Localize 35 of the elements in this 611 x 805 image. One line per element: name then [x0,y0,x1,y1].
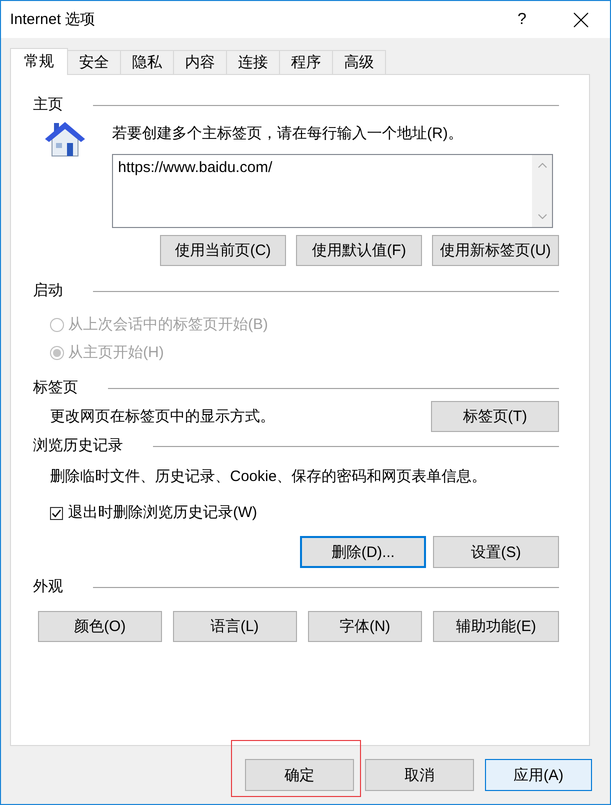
history-button[interactable]: 设置(S) [433,536,559,568]
home-page-button[interactable]: 使用新标签页(U) [432,235,559,266]
close-button[interactable] [573,12,589,28]
appearance-button[interactable]: 辅助功能(E) [433,611,560,642]
tab[interactable]: 常规 [10,48,68,75]
section-heading: 标签页 [33,378,78,398]
scrollbar[interactable] [532,155,552,227]
dialog-button[interactable]: 确定 [245,759,354,791]
tab[interactable]: 高级 [332,50,386,74]
appearance-button[interactable]: 颜色(O) [38,611,162,642]
house-icon [45,121,85,158]
checkmark-icon [51,508,62,518]
dialog-button[interactable]: 应用(A) [485,759,592,791]
address-field[interactable]: https://www.baidu.com/ [112,154,553,228]
dialog-button[interactable]: 取消 [365,759,474,791]
home-page-button[interactable]: 使用当前页(C) [160,235,286,266]
chevron-up-icon[interactable] [538,163,546,168]
instruction-text: 若要创建多个主标签页，请在每行输入一个地址(R)。 [112,124,463,144]
close-icon [573,12,589,28]
appearance-button[interactable]: 语言(L) [172,611,296,642]
tabs-settings-button[interactable]: 标签页(T) [431,401,559,432]
section-heading: 外观 [33,577,63,597]
history-button[interactable]: 删除(D)... [300,536,426,568]
home-page-button[interactable]: 使用默认值(F) [296,235,422,266]
section-heading: 浏览历史记录 [33,436,123,456]
help-button[interactable]: ? [516,10,528,30]
window-title: Internet 选项 [10,10,96,30]
appearance-button[interactable]: 字体(N) [308,611,422,642]
checkbox-option[interactable]: 退出时删除浏览历史记录(W) [50,503,258,523]
section-heading: 启动 [33,281,63,301]
chevron-down-icon[interactable] [538,214,546,219]
section-heading: 主页 [33,95,63,115]
description-text: 更改网页在标签页中的显示方式。 [50,406,275,426]
description-text: 删除临时文件、历史记录、Cookie、保存的密码和网页表单信息。 [50,467,487,487]
checkbox[interactable] [50,506,63,520]
